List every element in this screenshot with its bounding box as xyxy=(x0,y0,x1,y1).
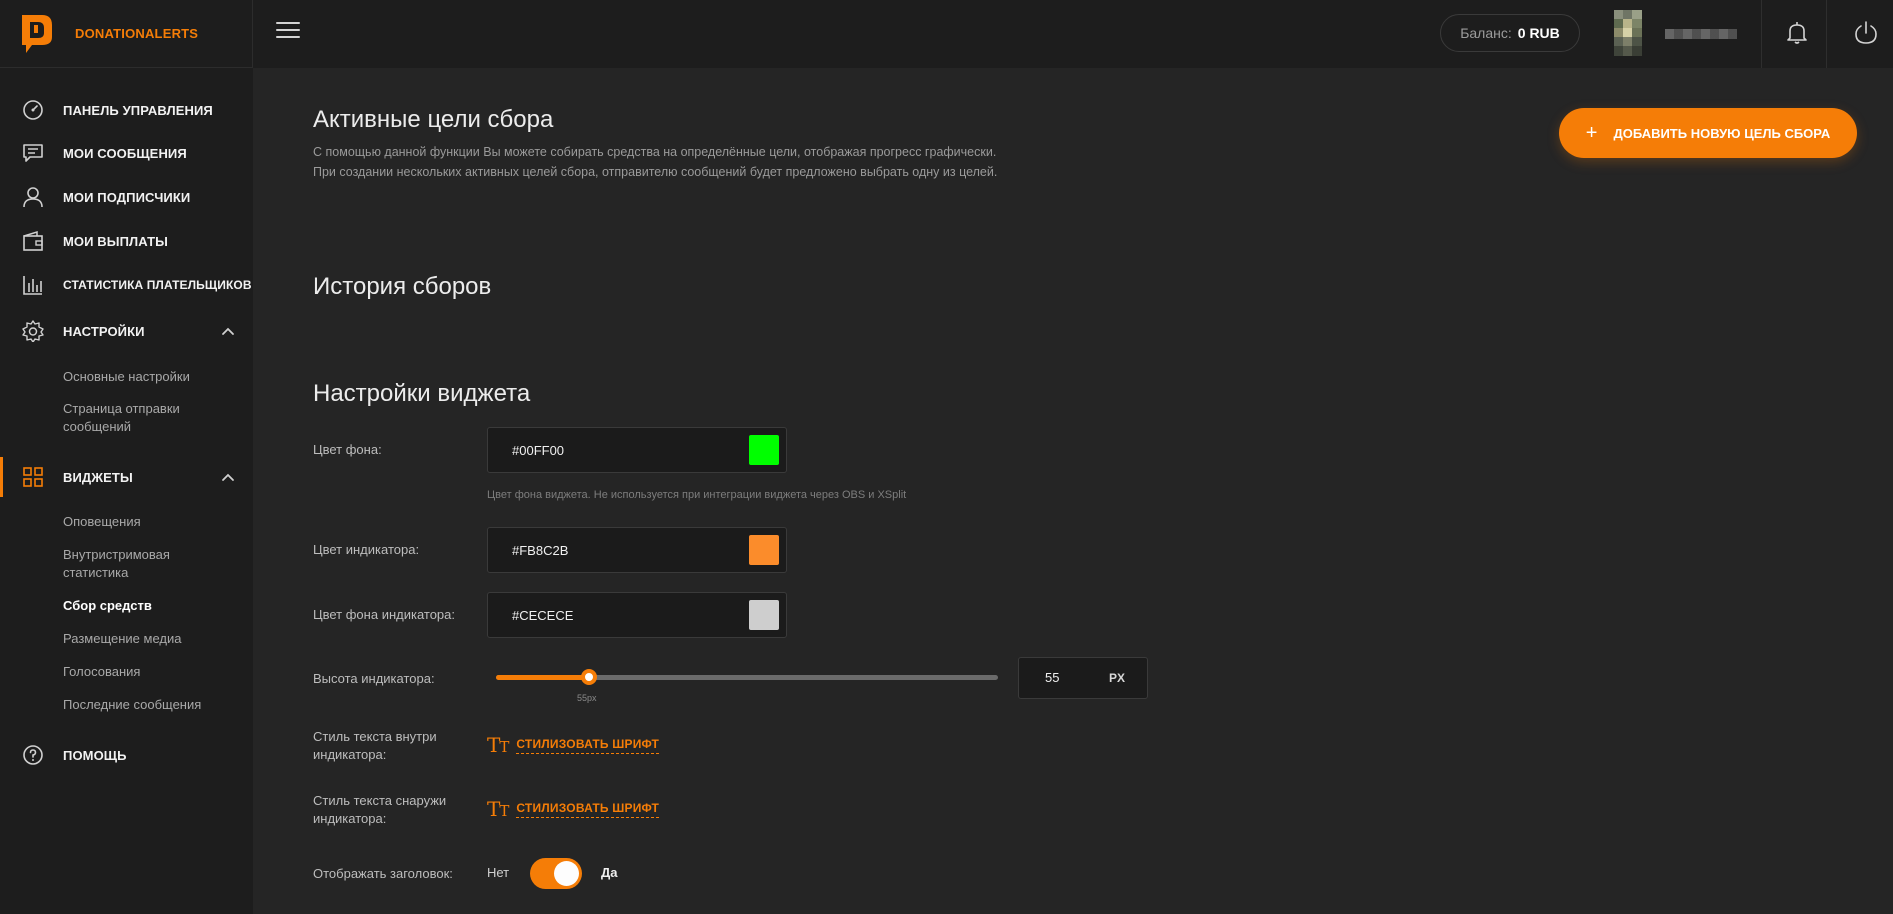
plus-icon: + xyxy=(1585,121,1598,144)
widgets-icon xyxy=(21,465,45,489)
sidebar-item-label: ПОМОЩЬ xyxy=(63,747,127,763)
font-style-icon: TT xyxy=(487,733,509,757)
indicator-height-label: Высота индикатора: xyxy=(313,671,435,686)
inner-text-style-label: Стиль текста внутри индикатора: xyxy=(313,729,437,762)
toggle-knob xyxy=(554,861,579,886)
balance-pill[interactable]: Баланс: 0 RUB xyxy=(1440,14,1580,52)
wallet-icon xyxy=(21,229,45,253)
outer-text-style-label: Стиль текста снаружи индикатора: xyxy=(313,793,447,826)
stylize-font-link[interactable]: СТИЛИЗОВАТЬ ШРИФТ xyxy=(516,737,660,754)
outer-text-style-control[interactable]: TT СТИЛИЗОВАТЬ ШРИФТ xyxy=(487,797,660,821)
active-goals-description-line-2: При создании нескольких активных целей с… xyxy=(313,165,998,179)
sidebar-subitem-media[interactable]: Размещение медиа xyxy=(63,630,181,648)
indicator-height-value: 55 xyxy=(1045,670,1060,685)
sidebar-item-payouts[interactable]: МОИ ВЫПЛАТЫ xyxy=(0,221,253,261)
user-icon xyxy=(21,185,45,209)
active-goals-description-line-1: С помощью данной функции Вы можете собир… xyxy=(313,145,997,159)
sidebar-subitem-fundraising[interactable]: Сбор средств xyxy=(63,597,152,615)
sidebar-item-dashboard[interactable]: ПАНЕЛЬ УПРАВЛЕНИЯ xyxy=(0,90,253,130)
add-new-goal-label: ДОБАВИТЬ НОВУЮ ЦЕЛЬ СБОРА xyxy=(1613,125,1831,141)
logo[interactable]: DONATIONALERTS xyxy=(0,0,253,68)
sidebar-item-settings[interactable]: НАСТРОЙКИ xyxy=(0,311,253,351)
sidebar: DONATIONALERTS ПАНЕЛЬ УПРАВЛЕНИЯ МОИ СОО… xyxy=(0,0,253,914)
bg-color-input[interactable]: #00FF00 xyxy=(487,427,787,473)
indicator-bg-input[interactable]: #CECECE xyxy=(487,592,787,638)
indicator-color-label: Цвет индикатора: xyxy=(313,542,420,557)
username-redacted[interactable] xyxy=(1665,29,1737,39)
bar-chart-icon xyxy=(21,273,45,297)
sidebar-item-label: МОИ ПОДПИСЧИКИ xyxy=(63,189,191,205)
stylize-font-link[interactable]: СТИЛИЗОВАТЬ ШРИФТ xyxy=(516,801,660,818)
add-new-goal-button[interactable]: + ДОБАВИТЬ НОВУЮ ЦЕЛЬ СБОРА xyxy=(1559,108,1857,158)
sidebar-item-label: НАСТРОЙКИ xyxy=(63,323,145,339)
sidebar-item-payer-stats[interactable]: СТАТИСТИКА ПЛАТЕЛЬЩИКОВ xyxy=(0,265,253,305)
bg-color-swatch[interactable] xyxy=(749,435,779,465)
sidebar-item-subscribers[interactable]: МОИ ПОДПИСЧИКИ xyxy=(0,177,253,217)
sidebar-item-widgets[interactable]: ВИДЖЕТЫ xyxy=(0,457,253,497)
sidebar-item-messages[interactable]: МОИ СООБЩЕНИЯ xyxy=(0,133,253,173)
sidebar-item-help[interactable]: ПОМОЩЬ xyxy=(0,735,253,775)
history-title: История сборов xyxy=(313,273,492,300)
balance-label: Баланс: xyxy=(1460,25,1512,41)
dashboard-icon xyxy=(21,98,45,122)
slider-value-tip: 55px xyxy=(577,693,597,703)
toggle-off-label: Нет xyxy=(487,865,510,880)
sidebar-item-label: СТАТИСТИКА ПЛАТЕЛЬЩИКОВ xyxy=(63,278,252,292)
slider-fill xyxy=(496,675,589,680)
indicator-bg-label: Цвет фона индикатора: xyxy=(313,607,456,622)
chevron-up-icon[interactable] xyxy=(219,468,237,486)
bg-color-value: #00FF00 xyxy=(512,442,565,458)
sidebar-item-label: МОИ СООБЩЕНИЯ xyxy=(63,145,187,161)
indicator-color-swatch[interactable] xyxy=(749,535,779,565)
indicator-color-input[interactable]: #FB8C2B xyxy=(487,527,787,573)
donationalerts-logo-icon xyxy=(22,14,52,53)
indicator-height-unit: PX xyxy=(1109,671,1126,685)
topbar: Баланс: 0 RUB xyxy=(253,0,1893,68)
sidebar-item-label: МОИ ВЫПЛАТЫ xyxy=(63,233,168,249)
bg-color-label: Цвет фона: xyxy=(313,442,382,457)
indicator-bg-value: #CECECE xyxy=(512,607,574,623)
sidebar-subitem-last-messages[interactable]: Последние сообщения xyxy=(63,696,201,714)
sidebar-subitem-send-page[interactable]: Страница отправки сообщений xyxy=(63,400,193,436)
main-content: Активные цели сбора С помощью данной фун… xyxy=(253,68,1893,914)
indicator-height-slider[interactable] xyxy=(496,669,998,685)
message-icon xyxy=(21,141,45,165)
sidebar-subitem-alerts[interactable]: Оповещения xyxy=(63,513,141,531)
sidebar-subitem-polls[interactable]: Голосования xyxy=(63,663,140,681)
divider xyxy=(1761,0,1762,68)
divider xyxy=(1826,0,1827,68)
chevron-up-icon[interactable] xyxy=(219,322,237,340)
slider-handle[interactable] xyxy=(581,669,597,685)
help-icon xyxy=(21,743,45,767)
sidebar-subitem-stream-stats[interactable]: Внутристримовая статистика xyxy=(63,546,193,582)
font-style-icon: TT xyxy=(487,797,509,821)
indicator-color-value: #FB8C2B xyxy=(512,542,569,558)
sidebar-item-label: ВИДЖЕТЫ xyxy=(63,469,133,485)
indicator-height-input[interactable]: 55 PX xyxy=(1018,657,1148,699)
hamburger-menu-icon[interactable] xyxy=(276,22,300,44)
brand-name: DONATIONALERTS xyxy=(75,26,199,41)
indicator-bg-swatch[interactable] xyxy=(749,600,779,630)
show-header-toggle[interactable] xyxy=(530,858,582,889)
sidebar-item-label: ПАНЕЛЬ УПРАВЛЕНИЯ xyxy=(63,102,213,118)
bell-icon[interactable] xyxy=(1784,20,1810,46)
power-icon[interactable] xyxy=(1853,20,1879,46)
avatar[interactable] xyxy=(1614,10,1642,56)
inner-text-style-control[interactable]: TT СТИЛИЗОВАТЬ ШРИФТ xyxy=(487,733,660,757)
gear-icon xyxy=(21,319,45,343)
active-goals-title: Активные цели сбора xyxy=(313,106,554,133)
bg-color-hint: Цвет фона виджета. Не используется при и… xyxy=(487,489,907,501)
show-header-label: Отображать заголовок: xyxy=(313,866,453,881)
sidebar-subitem-main-settings[interactable]: Основные настройки xyxy=(63,368,190,386)
toggle-on-label: Да xyxy=(601,865,618,880)
widget-settings-title: Настройки виджета xyxy=(313,380,531,407)
balance-value: 0 RUB xyxy=(1517,25,1560,41)
